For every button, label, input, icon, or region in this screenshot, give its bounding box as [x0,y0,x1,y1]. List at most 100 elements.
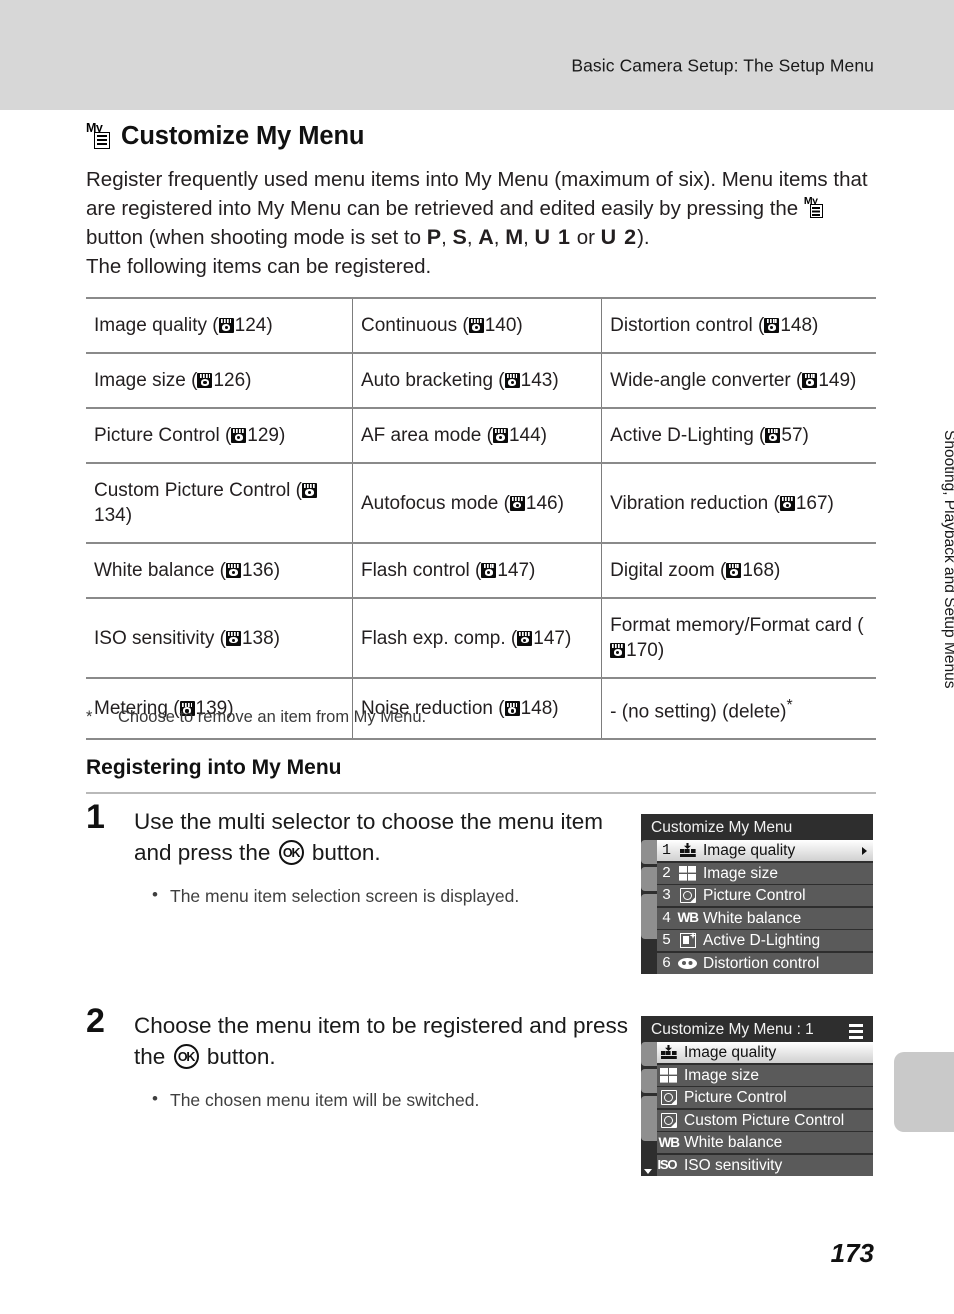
page-number: 173 [830,1238,874,1268]
lcd2-tab-strip [641,1042,657,1172]
lcd-menu-item-label: Image quality [684,1044,777,1061]
table-row: Picture Control (129) AF area mode (144) A… [86,407,876,464]
footnote-ref: * [786,697,793,714]
table-cell-label: Autofocus mode ( [360,492,510,514]
registerable-items-table: Image quality (124) Continuous (140) Disto… [86,297,876,741]
table-cell: Active D-Lighting (57) [601,407,876,464]
lcd1-menu-list: 1 Image quality 2 Image size 3 Picture Contro… [657,840,873,974]
page-reference-icon [509,495,525,511]
footnote: * Choose to remove an item from My Menu. [86,708,686,727]
page-reference-icon [492,428,508,443]
lcd-tab-stub[interactable] [641,867,657,891]
lcd-menu-item[interactable]: 3 Picture Control [657,885,873,906]
camera-screen-step-1: Customize My Menu 1 Image quality 2 Image s… [641,814,873,974]
table-cell-label: ISO sensitivity ( [94,627,226,649]
table-body: Image quality (124) Continuous (140) Disto… [86,297,876,741]
lcd-tab-stub[interactable] [641,1096,657,1141]
image-quality-icon [676,843,699,858]
step-1-note: The menu item selection screen is displa… [152,883,646,908]
table-cell-page-ref: 124) [234,315,273,336]
step-2-text-after: button. [206,1044,276,1069]
table-cell-page-ref: 126) [213,370,252,391]
lcd-menu-item-label: Image size [703,864,778,882]
image-size-icon [657,1067,680,1083]
mode-u2: U 2 [600,225,638,249]
step-2-instruction: Choose the menu item to be registered an… [134,1010,646,1072]
table-cell-label: Digital zoom ( [610,560,727,581]
table-cell-label: White balance ( [94,560,227,581]
lcd-tab-stub[interactable] [641,1042,657,1066]
menu-list-icon [849,1024,863,1039]
lcd-menu-item[interactable]: Picture Control [657,1087,873,1108]
table-cell: Custom Picture Control (134) [86,462,353,544]
image-quality-icon-glyph [659,1045,678,1060]
iso-sensitivity-icon [657,1157,680,1172]
table-cell-label: Flash exp. comp. ( [360,627,518,649]
scroll-down-icon [644,1169,652,1174]
table-cell-page-ref: 167) [795,492,834,514]
mode-m: M [505,225,524,249]
lcd-menu-item-index: 2 [661,864,671,882]
table-cell: ISO sensitivity (138) [86,597,353,679]
page-reference-icon [802,373,818,388]
step-2-note: The chosen menu item will be switched. [152,1087,646,1112]
page-reference-icon [726,563,742,578]
page-reference-icon [610,643,626,658]
lcd-menu-item[interactable]: 2 Image size [657,862,873,884]
step-2-number: 2 [86,1002,105,1040]
lcd-menu-item-label: Picture Control [703,887,806,904]
lcd-menu-item[interactable]: 4 White balance [657,907,873,929]
table-row: ISO sensitivity (138) Flash exp. comp. ( 1… [86,597,876,679]
my-menu-button-icon-inline: My [804,196,825,219]
page-title-text: Customize My Menu [121,122,365,150]
lcd-menu-item[interactable]: 1 Image quality [657,840,873,861]
lcd-menu-item-label: ISO sensitivity [684,1156,783,1174]
mode-u1: U 1 [534,225,571,249]
intro-paragraph: Register frequently used menu items into… [86,168,868,278]
mode-a: A [478,225,494,249]
lcd-tab-stub[interactable] [641,1069,657,1093]
table-cell-label: Distortion control ( [610,315,765,336]
lcd-menu-item[interactable]: Image size [657,1064,873,1086]
lcd-tab-stub[interactable] [641,894,657,939]
lcd-menu-item[interactable]: 5 Active D-Lighting [657,930,873,951]
lcd-menu-item[interactable]: 6 Distortion control [657,952,873,974]
iso-sensitivity-icon-glyph [658,1157,680,1172]
footnote-text: Choose to remove an item from My Menu. [118,708,427,726]
image-size-icon-glyph [678,865,697,881]
intro-line-3-after: ). [637,226,650,249]
lcd-menu-item[interactable]: Custom Picture Control [657,1109,873,1131]
table-cell-label: Format memory/Format card ( [610,615,864,636]
lcd-menu-item[interactable]: ISO sensitivity [657,1154,873,1176]
step-1-body: Use the multi selector to choose the men… [134,806,646,908]
camera-screen-step-2: Customize My Menu : 1 Image quality Image… [641,1016,873,1176]
ok-button-icon: OK [278,840,304,865]
lcd-menu-item[interactable]: Image quality [657,1042,873,1063]
table-cell: Format memory/Format card (170) [601,597,876,679]
table-cell-label: AF area mode ( [360,425,493,446]
lcd2-menu-list: Image quality Image size Picture Control Cu… [657,1042,873,1176]
step-1-number: 1 [86,798,105,836]
white-balance-icon [657,1135,680,1150]
table-cell: Flash exp. comp. ( 147) [352,597,603,679]
step-1-text-after: button. [311,840,381,865]
white-balance-icon [676,910,699,925]
table-cell-page-ref: 136) [242,560,281,581]
table-cell: Continuous (140) [352,297,603,354]
lcd-tab-stub[interactable] [641,840,657,864]
white-balance-icon-glyph [678,910,699,925]
step-2-body: Choose the menu item to be registered an… [134,1010,646,1112]
step-1: 1 Use the multi selector to choose the m… [86,800,646,908]
page-reference-icon [481,563,497,578]
side-tab-marker [894,1052,954,1132]
table-cell-label: Picture Control ( [94,425,232,446]
table-cell-label: Active D-Lighting ( [610,425,766,446]
table-row: Image size (126) Auto bracketing (143) Wid… [86,352,876,409]
table-cell-label: Vibration reduction ( [610,492,780,514]
table-cell-page-ref: 147) [533,627,572,649]
lcd-menu-item[interactable]: White balance [657,1132,873,1153]
page-reference-icon [197,373,213,388]
side-tab-label: Shooting, Playback and Setup Menus [941,430,954,689]
lcd1-tab-strip [641,840,657,970]
ok-button-label: OK [177,1049,196,1064]
